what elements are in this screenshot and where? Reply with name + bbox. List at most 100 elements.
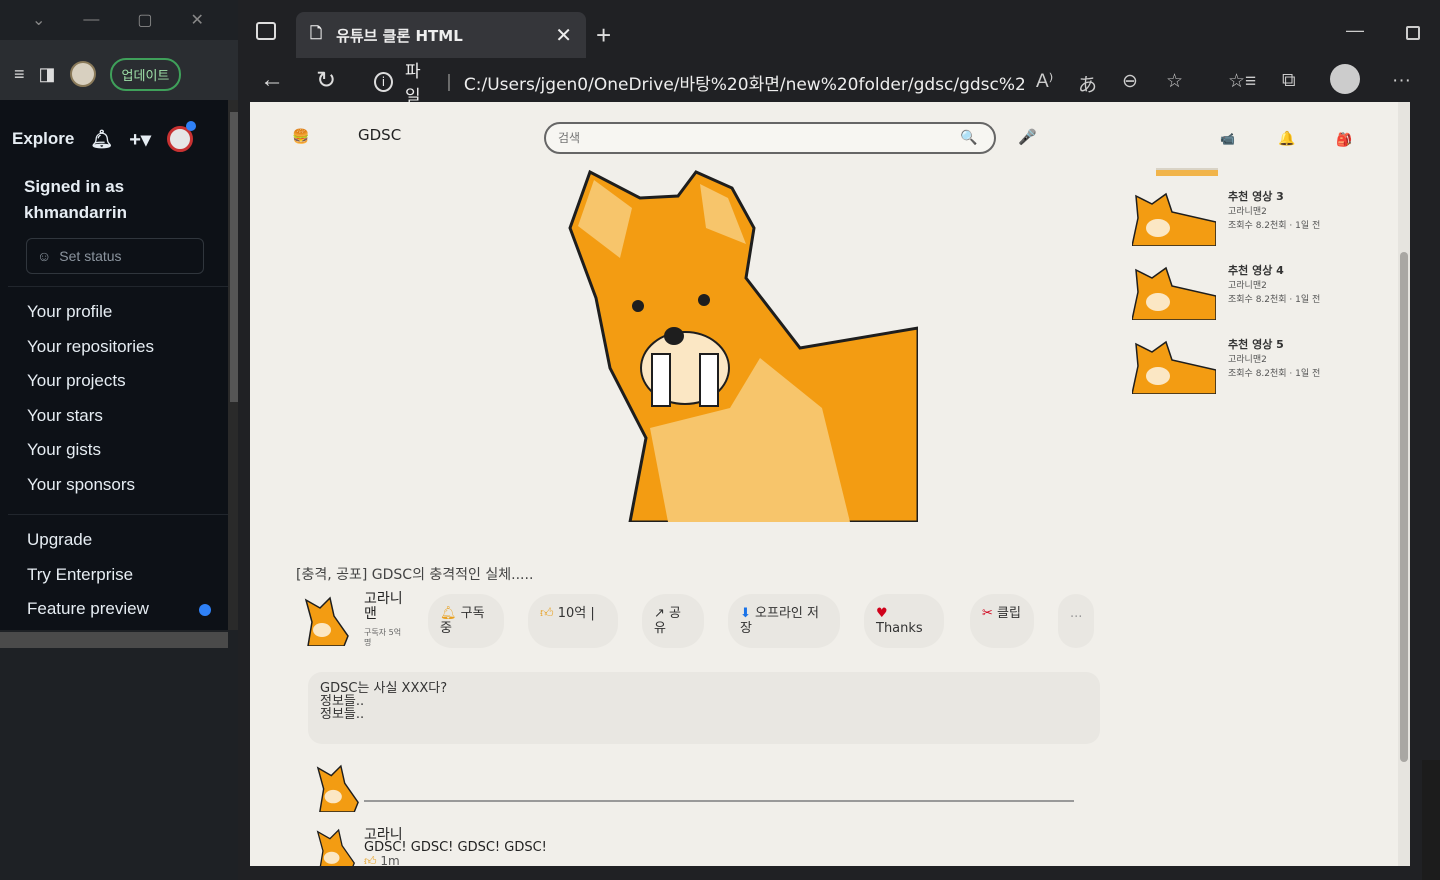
- menu-your-sponsors[interactable]: Your sponsors: [27, 468, 228, 503]
- rec-channel[interactable]: 고라니맨2: [1228, 204, 1267, 217]
- close-icon[interactable]: ✕: [555, 23, 572, 47]
- recommendation-item[interactable]: 추천 영상 4 고라니맨2 조회수 8.2천회 · 1일 전: [1132, 262, 1372, 324]
- user-avatar[interactable]: [166, 121, 196, 152]
- maximize-icon[interactable]: ▢: [137, 10, 152, 30]
- user-avatar[interactable]: 🎒: [1336, 132, 1352, 148]
- page-scrollbar[interactable]: [1398, 102, 1410, 866]
- rec-title[interactable]: 추천 영상 4: [1228, 262, 1284, 278]
- like-button[interactable]: 👍︎ 10억 |: [528, 594, 618, 648]
- signed-in-text: Signed in as: [24, 177, 125, 196]
- subscribe-button[interactable]: 🔔︎ 구독중: [428, 594, 504, 648]
- rec-thumbnail[interactable]: [1132, 336, 1216, 394]
- more-icon[interactable]: ···: [1392, 70, 1411, 92]
- bell-icon[interactable]: 🔔: [1278, 130, 1295, 147]
- new-tab-icon[interactable]: +: [596, 20, 611, 51]
- gh-scroll-thumb[interactable]: [230, 112, 238, 402]
- favorites-icon[interactable]: ☆≡: [1228, 70, 1256, 93]
- scissors-icon: ✂: [982, 606, 993, 621]
- comment-avatar[interactable]: [316, 828, 356, 866]
- back-icon[interactable]: ←: [260, 66, 284, 94]
- read-aloud-icon[interactable]: A⁾: [1036, 70, 1053, 93]
- search-icon[interactable]: 🔍: [960, 129, 977, 146]
- gh-hscrollbar[interactable]: [0, 632, 228, 648]
- add-favorite-icon[interactable]: ☆: [1166, 70, 1183, 93]
- menu-your-gists[interactable]: Your gists: [27, 433, 228, 468]
- rec-thumbnail-partial[interactable]: [1156, 168, 1218, 176]
- chevron-down-icon[interactable]: ⌄: [32, 10, 45, 30]
- split-view-icon[interactable]: ◨: [39, 64, 56, 85]
- description-box[interactable]: GDSC는 사실 XXX다? 정보들.. 정보들..: [308, 672, 1100, 744]
- url-field[interactable]: i 파일 | C:/Users/jgen0/OneDrive/바탕%20화면/n…: [374, 62, 1024, 107]
- update-button[interactable]: 업데이트: [109, 57, 182, 91]
- translate-icon[interactable]: あ: [1078, 70, 1097, 97]
- tab-actions-icon[interactable]: [256, 22, 276, 40]
- rec-thumbnail[interactable]: [1132, 188, 1216, 246]
- set-status-button[interactable]: ☺ Set status: [26, 238, 204, 274]
- menu-your-projects[interactable]: Your projects: [27, 364, 228, 399]
- clip-label: 클립: [997, 606, 1021, 621]
- profile-avatar[interactable]: [69, 61, 96, 87]
- menu-your-stars[interactable]: Your stars: [27, 399, 228, 434]
- camera-icon[interactable]: 📹: [1220, 132, 1235, 146]
- channel-avatar[interactable]: [304, 596, 350, 646]
- info-icon[interactable]: i: [374, 72, 393, 92]
- gh-toolbar: ≡ ◨ 업데이트: [0, 40, 240, 108]
- separator: |: [446, 72, 452, 92]
- recommendation-item[interactable]: 추천 영상 5 고라니맨2 조회수 8.2천회 · 1일 전: [1132, 336, 1372, 398]
- gh-menu: Your profile Your repositories Your proj…: [0, 287, 228, 502]
- bell-icon: 🔔︎: [440, 606, 457, 621]
- profile-avatar[interactable]: [1330, 64, 1360, 94]
- rec-title[interactable]: 추천 영상 3: [1228, 188, 1284, 204]
- thumb-up-icon[interactable]: 👍︎: [364, 854, 377, 866]
- rec-channel[interactable]: 고라니맨2: [1228, 278, 1267, 291]
- github-window: ⌄ — ▢ ✕ ≡ ◨ 업데이트 Explore 🔔︎ +▾ Signed in…: [0, 0, 240, 880]
- menu-upgrade[interactable]: Upgrade: [27, 523, 228, 558]
- bell-icon[interactable]: 🔔︎: [90, 129, 113, 150]
- comment-input[interactable]: [364, 800, 1074, 802]
- menu-your-profile[interactable]: Your profile: [27, 295, 228, 330]
- username: khmandarrin: [24, 203, 127, 222]
- more-label: ...: [1070, 606, 1083, 621]
- clip-button[interactable]: ✂ 클립: [970, 594, 1034, 648]
- thanks-button[interactable]: ♥ Thanks: [864, 594, 944, 648]
- page-scroll-thumb[interactable]: [1400, 252, 1408, 762]
- minimize-icon[interactable]: —: [1346, 20, 1364, 41]
- smiley-icon: ☺: [37, 248, 52, 264]
- channel-name[interactable]: 고라니맨: [364, 592, 408, 622]
- menu-try-enterprise[interactable]: Try Enterprise: [27, 558, 228, 593]
- browser-tab[interactable]: 🗋 유튜브 클론 HTML ✕: [296, 12, 586, 58]
- menu-your-repositories[interactable]: Your repositories: [27, 330, 228, 365]
- collections-icon[interactable]: ⧉: [1282, 70, 1296, 92]
- maximize-icon[interactable]: [1406, 26, 1420, 40]
- download-icon: ⬇: [740, 606, 751, 621]
- description-line: 정보들..: [320, 707, 365, 722]
- queue-icon[interactable]: ≡: [14, 64, 25, 85]
- recommendation-item[interactable]: 추천 영상 3 고라니맨2 조회수 8.2천회 · 1일 전: [1132, 188, 1372, 250]
- reload-icon[interactable]: ↻: [316, 66, 336, 95]
- offline-save-button[interactable]: ⬇ 오프라인 저장: [728, 594, 840, 648]
- plus-icon[interactable]: +▾: [129, 127, 151, 152]
- mic-icon[interactable]: 🎤: [1018, 128, 1037, 146]
- brand-logo[interactable]: GDSC: [358, 126, 401, 144]
- search-input[interactable]: [544, 122, 996, 154]
- minimize-icon[interactable]: —: [83, 11, 99, 29]
- window-edge: [1422, 760, 1440, 880]
- share-button[interactable]: ↗ 공유: [642, 594, 704, 648]
- page-icon: 🗋: [310, 23, 323, 42]
- menu-icon[interactable]: 🍔: [292, 128, 309, 145]
- zoom-out-icon[interactable]: ⊖: [1122, 70, 1138, 93]
- menu-feature-preview[interactable]: Feature preview: [27, 592, 228, 627]
- rec-channel[interactable]: 고라니맨2: [1228, 352, 1267, 365]
- more-actions-button[interactable]: ...: [1058, 594, 1094, 648]
- gh-titlebar: ⌄ — ▢ ✕: [0, 0, 240, 40]
- share-icon: ↗: [654, 606, 665, 621]
- rec-meta: 조회수 8.2천회 · 1일 전: [1228, 369, 1321, 379]
- explore-link[interactable]: Explore: [12, 129, 74, 149]
- rec-thumbnail[interactable]: [1132, 262, 1216, 320]
- video-player[interactable]: [550, 168, 918, 522]
- rec-title[interactable]: 추천 영상 5: [1228, 336, 1284, 352]
- comment-time-text: 1m: [380, 854, 400, 866]
- comment-text: GDSC! GDSC! GDSC! GDSC!: [364, 840, 547, 855]
- close-icon[interactable]: ✕: [191, 10, 204, 30]
- rec-meta: 조회수 8.2천회 · 1일 전: [1228, 295, 1321, 305]
